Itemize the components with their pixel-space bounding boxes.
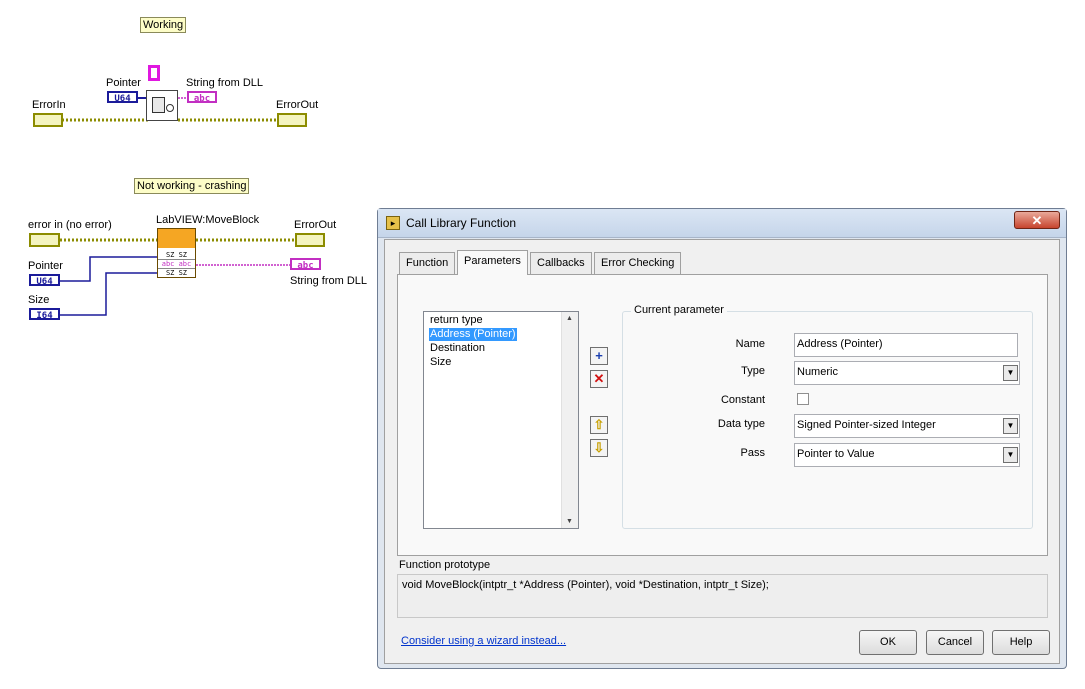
not-working-note: Not working - crashing — [134, 178, 250, 194]
bottom-errorout-label: ErrorOut — [294, 219, 337, 231]
constant-label: Constant — [720, 394, 765, 406]
help-button[interactable]: Help — [992, 630, 1050, 655]
top-string-indicator[interactable]: abc — [187, 91, 217, 104]
dialog-title: Call Library Function — [406, 216, 517, 230]
close-button[interactable]: ✕ — [1014, 211, 1060, 229]
top-string-constant[interactable] — [148, 65, 160, 81]
tab-error-checking[interactable]: Error Checking — [594, 252, 682, 274]
labview-app-icon: ▸ — [386, 216, 400, 230]
list-item[interactable]: Size — [429, 356, 452, 369]
top-errorout-terminal[interactable] — [277, 113, 307, 127]
parameter-list-scrollbar[interactable]: ▲ ▼ — [561, 312, 578, 528]
top-errorin-label: ErrorIn — [32, 99, 66, 111]
tab-callbacks[interactable]: Callbacks — [530, 252, 592, 274]
function-prototype-text: void MoveBlock(intptr_t *Address (Pointe… — [397, 574, 1048, 618]
scroll-up-icon[interactable]: ▲ — [566, 315, 573, 322]
pass-label: Pass — [740, 447, 765, 459]
dialog-body: Function Parameters Callbacks Error Chec… — [384, 239, 1060, 664]
top-pointer-label: Pointer — [106, 77, 141, 89]
block-diagram-wires — [60, 97, 295, 316]
type-select-value: Numeric — [797, 366, 838, 378]
list-item[interactable]: Destination — [429, 342, 486, 355]
memory-to-string-node[interactable] — [146, 90, 178, 121]
add-parameter-button[interactable]: + — [590, 347, 608, 365]
data-type-select[interactable]: Signed Pointer-sized Integer ▼ — [794, 414, 1020, 438]
pass-select[interactable]: Pointer to Value ▼ — [794, 443, 1020, 467]
moveblock-node[interactable]: SZ SZ abc abc SZ SZ — [157, 228, 196, 278]
name-label: Name — [735, 338, 765, 350]
scroll-down-icon[interactable]: ▼ — [566, 518, 573, 525]
top-pointer-terminal[interactable]: U64 — [107, 91, 138, 104]
bottom-size-terminal[interactable]: I64 — [29, 308, 60, 321]
bottom-errorin-label: error in (no error) — [28, 219, 112, 231]
move-down-button[interactable]: ⇩ — [590, 439, 608, 457]
moveblock-label: LabVIEW:MoveBlock — [156, 214, 260, 226]
parameters-panel: return type Address (Pointer) Destinatio… — [397, 274, 1048, 556]
top-errorin-terminal[interactable] — [33, 113, 63, 127]
node-document-icon — [152, 97, 165, 113]
chevron-down-icon[interactable]: ▼ — [1003, 418, 1018, 434]
bottom-size-label: Size — [28, 294, 50, 306]
bottom-pointer-terminal[interactable]: U64 — [29, 274, 60, 287]
data-type-select-value: Signed Pointer-sized Integer — [797, 419, 936, 431]
library-call-icon — [158, 229, 195, 248]
ok-button[interactable]: OK — [859, 630, 917, 655]
type-label: Type — [741, 365, 765, 377]
name-field[interactable]: Address (Pointer) — [794, 333, 1018, 357]
parameter-list[interactable]: return type Address (Pointer) Destinatio… — [423, 311, 579, 529]
cancel-button[interactable]: Cancel — [926, 630, 984, 655]
data-type-label: Data type — [717, 418, 765, 430]
bottom-pointer-label: Pointer — [28, 260, 63, 272]
node-circle-icon — [166, 104, 174, 112]
tab-function[interactable]: Function — [399, 252, 456, 274]
bottom-string-indicator[interactable]: abc — [290, 258, 321, 271]
bottom-errorin-terminal[interactable] — [29, 233, 60, 247]
delete-parameter-button[interactable]: ✕ — [590, 370, 608, 388]
top-errorout-label: ErrorOut — [276, 99, 319, 111]
list-item-selected[interactable]: Address (Pointer) — [429, 328, 517, 341]
chevron-down-icon[interactable]: ▼ — [1003, 447, 1018, 463]
constant-checkbox[interactable] — [797, 393, 809, 405]
type-select[interactable]: Numeric ▼ — [794, 361, 1020, 385]
pass-select-value: Pointer to Value — [797, 448, 875, 460]
move-up-button[interactable]: ⇧ — [590, 416, 608, 434]
list-item[interactable]: return type — [429, 314, 484, 327]
wizard-link[interactable]: Consider using a wizard instead... — [401, 635, 566, 647]
working-note: Working — [140, 17, 187, 33]
current-parameter-title: Current parameter — [631, 304, 727, 316]
bottom-errorout-terminal[interactable] — [295, 233, 325, 247]
moveblock-param-rows: SZ SZ abc abc SZ SZ — [158, 251, 195, 277]
dialog-titlebar[interactable]: ▸ Call Library Function ✕ — [378, 209, 1066, 238]
tab-parameters[interactable]: Parameters — [457, 250, 528, 275]
bottom-string-label: String from DLL — [290, 275, 368, 287]
top-string-label: String from DLL — [186, 77, 264, 89]
call-library-function-dialog: ▸ Call Library Function ✕ Function Param… — [377, 208, 1067, 669]
function-prototype-label: Function prototype — [399, 559, 491, 571]
chevron-down-icon[interactable]: ▼ — [1003, 365, 1018, 381]
